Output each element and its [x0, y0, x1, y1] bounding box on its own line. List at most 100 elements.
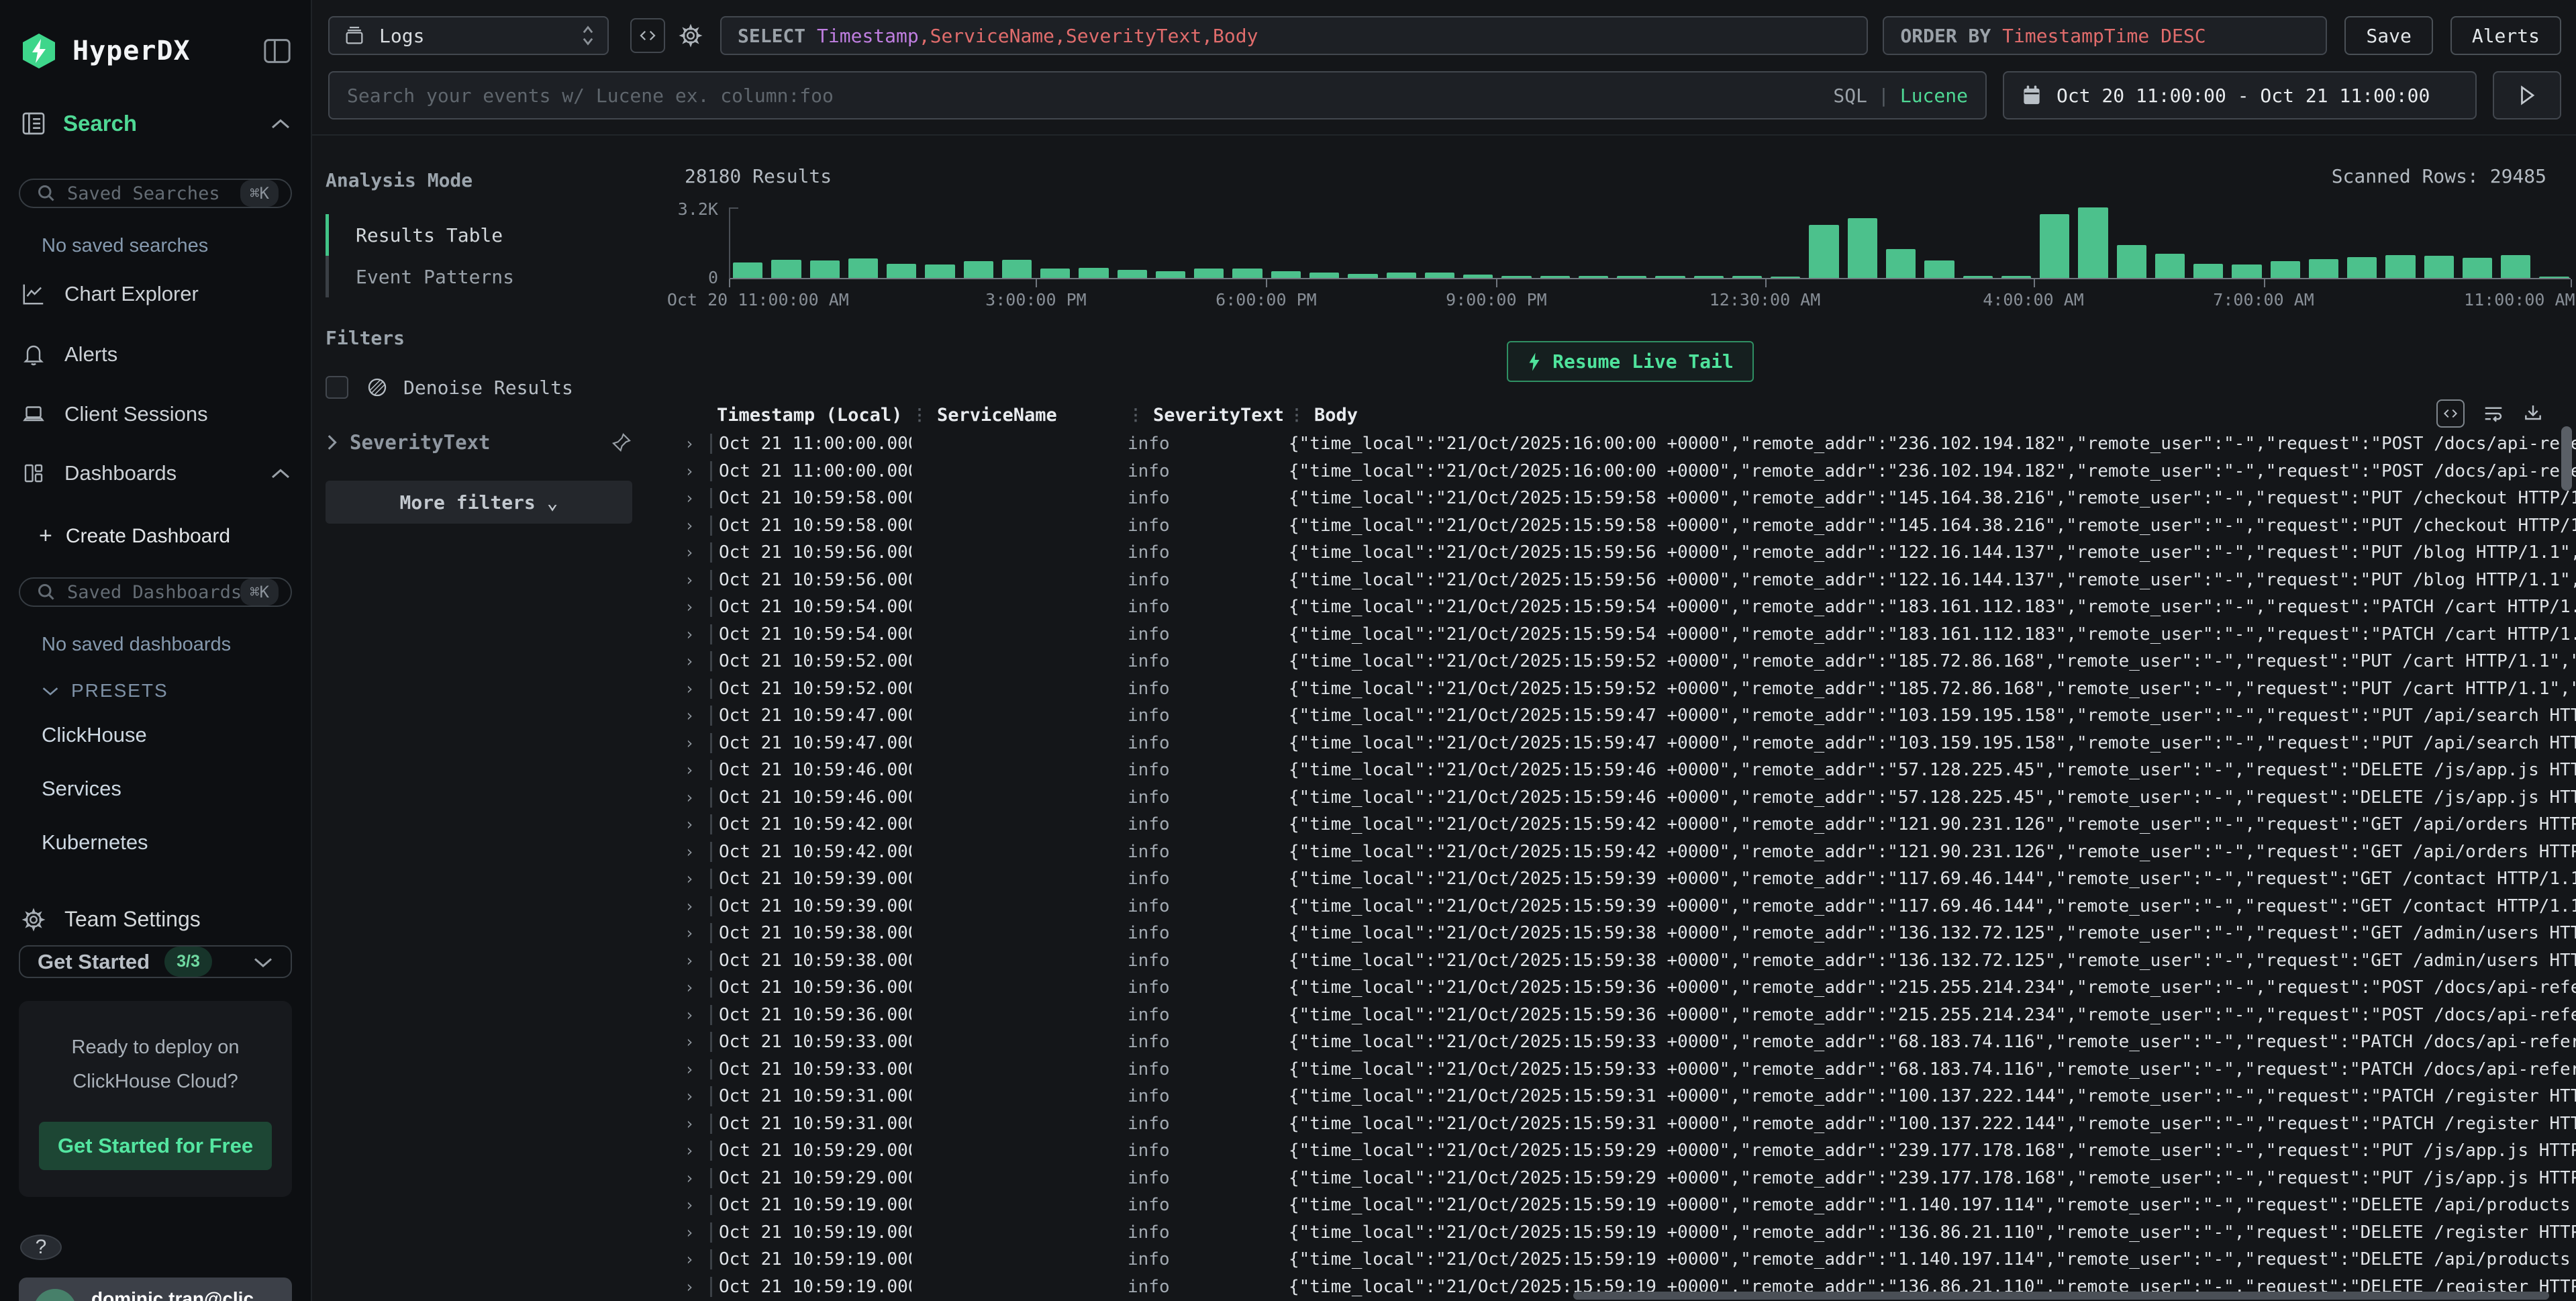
row-expand-chevron-icon[interactable]: › [685, 869, 710, 888]
row-expand-chevron-icon[interactable]: › [685, 1169, 710, 1188]
row-expand-chevron-icon[interactable]: › [685, 516, 710, 535]
row-expand-chevron-icon[interactable]: › [685, 951, 710, 970]
resume-live-tail-button[interactable]: Resume Live Tail [1507, 341, 1754, 382]
table-row[interactable]: ›Oct 21 10:59:47.000 AMinfo{"time_local"… [685, 702, 2576, 730]
table-row[interactable]: ›Oct 21 10:59:39.000 AMinfo{"time_local"… [685, 865, 2576, 893]
mode-lucene-toggle[interactable]: Lucene [1900, 85, 1968, 107]
table-row[interactable]: ›Oct 21 10:59:47.000 AMinfo{"time_local"… [685, 730, 2576, 757]
text-wrap-icon[interactable] [2482, 403, 2505, 424]
code-mode-button[interactable] [630, 18, 665, 53]
saved-searches-input[interactable]: Saved Searches ⌘K [19, 179, 292, 208]
row-expand-chevron-icon[interactable]: › [685, 652, 710, 671]
table-row[interactable]: ›Oct 21 10:59:52.000 AMinfo{"time_local"… [685, 675, 2576, 703]
help-button[interactable]: ? [20, 1235, 62, 1260]
preset-services[interactable]: Services [0, 762, 311, 816]
row-expand-chevron-icon[interactable]: › [685, 815, 710, 834]
table-row[interactable]: ›Oct 21 10:59:56.000 AMinfo{"time_local"… [685, 539, 2576, 567]
row-expand-chevron-icon[interactable]: › [685, 842, 710, 861]
denoise-results-checkbox-row[interactable]: Denoise Results [326, 376, 632, 399]
table-row[interactable]: ›Oct 21 10:59:38.000 AMinfo{"time_local"… [685, 920, 2576, 947]
row-expand-chevron-icon[interactable]: › [685, 571, 710, 589]
column-config-icon[interactable] [2436, 399, 2465, 428]
pin-icon[interactable] [611, 432, 632, 453]
drag-handle-icon[interactable]: ⋮ [911, 405, 926, 424]
row-expand-chevron-icon[interactable]: › [685, 924, 710, 943]
col-header-severitytext[interactable]: ⋮SeverityText [1128, 405, 1289, 426]
table-row[interactable]: ›Oct 21 10:59:52.000 AMinfo{"time_local"… [685, 648, 2576, 675]
row-expand-chevron-icon[interactable]: › [685, 1278, 710, 1296]
row-expand-chevron-icon[interactable]: › [685, 434, 710, 453]
row-expand-chevron-icon[interactable]: › [685, 761, 710, 779]
row-expand-chevron-icon[interactable]: › [685, 597, 710, 616]
table-row[interactable]: ›Oct 21 10:59:46.000 AMinfo{"time_local"… [685, 757, 2576, 784]
table-row[interactable]: ›Oct 21 10:59:29.000 AMinfo{"time_local"… [685, 1137, 2576, 1165]
user-menu[interactable]: D dominic.tran@clic... dominic.tran@clic… [19, 1278, 292, 1301]
saved-dashboards-input[interactable]: Saved Dashboards ⌘K [19, 577, 292, 607]
row-expand-chevron-icon[interactable]: › [685, 1032, 710, 1051]
select-columns-input[interactable]: SELECT Timestamp,ServiceName,SeverityTex… [720, 16, 1868, 55]
table-row[interactable]: ›Oct 21 10:59:19.000 AMinfo{"time_local"… [685, 1192, 2576, 1219]
download-icon[interactable] [2522, 403, 2544, 424]
row-expand-chevron-icon[interactable]: › [685, 1060, 710, 1079]
table-row[interactable]: ›Oct 21 10:59:29.000 AMinfo{"time_local"… [685, 1165, 2576, 1192]
source-settings-gear-icon[interactable] [679, 23, 703, 48]
row-expand-chevron-icon[interactable]: › [685, 706, 710, 725]
table-row[interactable]: ›Oct 21 10:59:19.000 AMinfo{"time_local"… [685, 1219, 2576, 1247]
table-row[interactable]: ›Oct 21 10:59:33.000 AMinfo{"time_local"… [685, 1028, 2576, 1056]
sidebar-collapse-icon[interactable] [262, 38, 292, 64]
table-row[interactable]: ›Oct 21 10:59:58.000 AMinfo{"time_local"… [685, 512, 2576, 540]
col-header-timestamp[interactable]: Timestamp (Local) [710, 405, 911, 426]
sidebar-item-team-settings[interactable]: Team Settings [0, 869, 311, 945]
table-row[interactable]: ›Oct 21 10:59:56.000 AMinfo{"time_local"… [685, 567, 2576, 594]
row-expand-chevron-icon[interactable]: › [685, 625, 710, 644]
row-expand-chevron-icon[interactable]: › [685, 978, 710, 997]
more-filters-button[interactable]: More filters ⌄ [326, 481, 632, 524]
preset-clickhouse[interactable]: ClickHouse [0, 708, 311, 762]
table-row[interactable]: ›Oct 21 10:59:54.000 AMinfo{"time_local"… [685, 621, 2576, 648]
table-row[interactable]: ›Oct 21 10:59:54.000 AMinfo{"time_local"… [685, 593, 2576, 621]
row-expand-chevron-icon[interactable]: › [685, 897, 710, 916]
table-row[interactable]: ›Oct 21 11:00:00.000 AMinfo{"time_local"… [685, 458, 2576, 485]
col-header-servicename[interactable]: ⋮ServiceName [911, 405, 1128, 426]
table-row[interactable]: ›Oct 21 10:59:19.000 AMinfo{"time_local"… [685, 1246, 2576, 1273]
search-input[interactable]: Search your events w/ Lucene ex. column:… [328, 71, 1987, 119]
table-row[interactable]: ›Oct 21 10:59:58.000 AMinfo{"time_local"… [685, 485, 2576, 512]
row-expand-chevron-icon[interactable]: › [685, 1223, 710, 1242]
row-expand-chevron-icon[interactable]: › [685, 1141, 710, 1160]
table-row[interactable]: ›Oct 21 10:59:38.000 AMinfo{"time_local"… [685, 947, 2576, 975]
sidebar-item-chart-explorer[interactable]: Chart Explorer [0, 264, 311, 324]
horizontal-scrollbar[interactable] [1573, 1292, 2549, 1300]
create-dashboard-button[interactable]: + Create Dashboard [0, 503, 311, 556]
row-expand-chevron-icon[interactable]: › [685, 1114, 710, 1133]
run-query-button[interactable] [2493, 71, 2561, 119]
save-button[interactable]: Save [2344, 16, 2432, 55]
row-expand-chevron-icon[interactable]: › [685, 788, 710, 807]
drag-handle-icon[interactable]: ⋮ [1289, 405, 1303, 424]
get-started-for-free-button[interactable]: Get Started for Free [39, 1122, 272, 1170]
drag-handle-icon[interactable]: ⋮ [1128, 405, 1142, 424]
date-range-picker[interactable]: Oct 20 11:00:00 - Oct 21 11:00:00 [2003, 71, 2477, 119]
table-row[interactable]: ›Oct 21 10:59:31.000 AMinfo{"time_local"… [685, 1083, 2576, 1110]
row-expand-chevron-icon[interactable]: › [685, 734, 710, 753]
table-row[interactable]: ›Oct 21 11:00:00.000 AMinfo{"time_local"… [685, 430, 2576, 458]
orderby-input[interactable]: ORDER BY TimestampTime DESC [1883, 16, 2327, 55]
col-header-body[interactable]: ⋮Body [1289, 405, 2576, 426]
table-row[interactable]: ›Oct 21 10:59:39.000 AMinfo{"time_local"… [685, 893, 2576, 920]
table-row[interactable]: ›Oct 21 10:59:42.000 AMinfo{"time_local"… [685, 838, 2576, 866]
table-row[interactable]: ›Oct 21 10:59:46.000 AMinfo{"time_local"… [685, 784, 2576, 812]
preset-kubernetes[interactable]: Kubernetes [0, 816, 311, 869]
table-row[interactable]: ›Oct 21 10:59:36.000 AMinfo{"time_local"… [685, 1002, 2576, 1029]
scrollbar-thumb[interactable] [2561, 426, 2572, 491]
alerts-button[interactable]: Alerts [2450, 16, 2561, 55]
vertical-scrollbar[interactable] [2561, 426, 2572, 1294]
table-row[interactable]: ›Oct 21 10:59:36.000 AMinfo{"time_local"… [685, 974, 2576, 1002]
table-row[interactable]: ›Oct 21 10:59:42.000 AMinfo{"time_local"… [685, 811, 2576, 838]
severity-filter-group[interactable]: SeverityText [326, 431, 632, 454]
sidebar-item-dashboards[interactable]: Dashboards [0, 444, 311, 503]
tab-results-table[interactable]: Results Table [326, 214, 632, 256]
row-expand-chevron-icon[interactable]: › [685, 489, 710, 508]
row-expand-chevron-icon[interactable]: › [685, 543, 710, 562]
row-expand-chevron-icon[interactable]: › [685, 1196, 710, 1214]
row-expand-chevron-icon[interactable]: › [685, 462, 710, 481]
mode-sql-toggle[interactable]: SQL [1833, 85, 1867, 107]
